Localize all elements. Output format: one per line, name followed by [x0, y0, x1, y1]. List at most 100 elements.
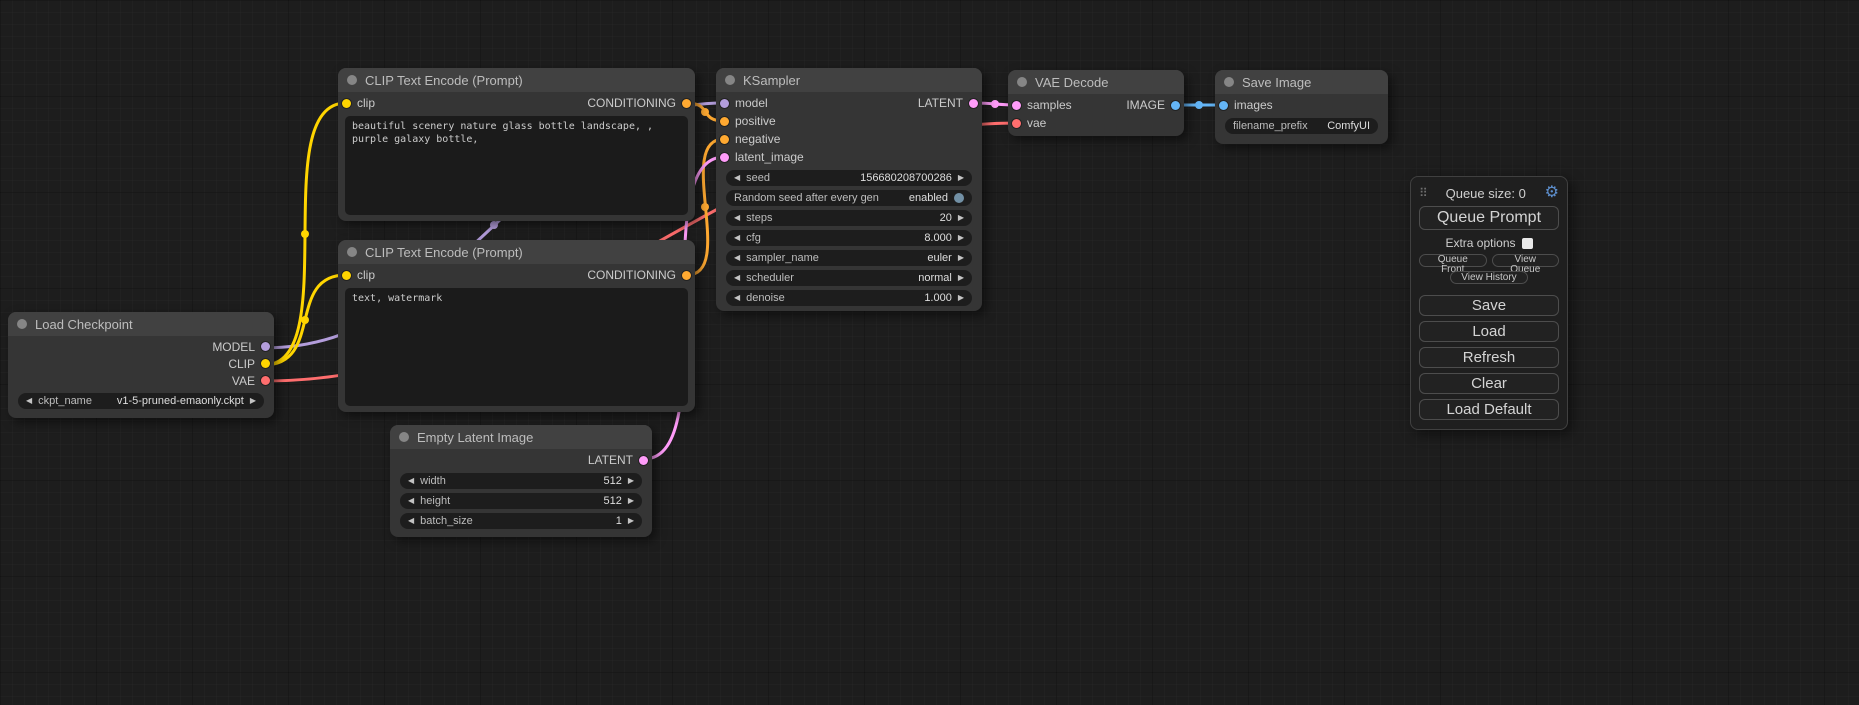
output-port-latent[interactable]: [969, 99, 978, 108]
widget-seed[interactable]: ◀ seed 156680208700286 ▶: [726, 170, 972, 186]
widget-label: width: [420, 475, 446, 487]
view-queue-button[interactable]: View Queue: [1492, 254, 1560, 267]
widget-width[interactable]: ◀ width 512 ▶: [400, 473, 642, 489]
node-save-image[interactable]: Save Image images filename_prefix ComfyU…: [1215, 70, 1388, 144]
input-label-clip: clip: [357, 268, 375, 282]
collapse-dot-icon[interactable]: [1224, 77, 1234, 87]
input-port-samples[interactable]: [1012, 101, 1021, 110]
collapse-dot-icon[interactable]: [399, 432, 409, 442]
node-title: CLIP Text Encode (Prompt): [365, 245, 523, 260]
node-title-bar[interactable]: KSampler: [716, 68, 982, 92]
arrow-left-icon[interactable]: ◀: [734, 254, 740, 262]
collapse-dot-icon[interactable]: [1017, 77, 1027, 87]
input-port-images[interactable]: [1219, 101, 1228, 110]
arrow-left-icon[interactable]: ◀: [734, 174, 740, 182]
node-vae-decode[interactable]: VAE Decode samples IMAGE vae: [1008, 70, 1184, 136]
input-port-vae[interactable]: [1012, 119, 1021, 128]
arrow-left-icon[interactable]: ◀: [408, 517, 414, 525]
arrow-left-icon[interactable]: ◀: [408, 477, 414, 485]
arrow-right-icon[interactable]: ▶: [958, 174, 964, 182]
node-title: Load Checkpoint: [35, 317, 133, 332]
node-title-bar[interactable]: CLIP Text Encode (Prompt): [338, 240, 695, 264]
output-port-latent[interactable]: [639, 456, 648, 465]
widget-batch-size[interactable]: ◀ batch_size 1 ▶: [400, 513, 642, 529]
queue-front-button[interactable]: Queue Front: [1419, 254, 1487, 267]
input-label-latent-image: latent_image: [735, 150, 804, 164]
arrow-left-icon[interactable]: ◀: [734, 234, 740, 242]
prompt-textarea[interactable]: text, watermark: [345, 288, 688, 406]
widget-ckpt-name[interactable]: ◀ ckpt_name v1-5-pruned-emaonly.ckpt ▶: [18, 393, 264, 409]
refresh-button[interactable]: Refresh: [1419, 347, 1559, 368]
arrow-right-icon[interactable]: ▶: [958, 294, 964, 302]
node-title-bar[interactable]: Load Checkpoint: [8, 312, 274, 336]
arrow-right-icon[interactable]: ▶: [628, 517, 634, 525]
drag-handle-icon[interactable]: ⠿: [1419, 186, 1427, 200]
queue-prompt-button[interactable]: Queue Prompt: [1419, 206, 1559, 230]
input-port-latent-image[interactable]: [720, 153, 729, 162]
toggle-knob-icon[interactable]: [954, 193, 964, 203]
widget-value: 512: [603, 495, 621, 507]
save-button[interactable]: Save: [1419, 295, 1559, 316]
widget-random-seed-toggle[interactable]: Random seed after every gen enabled: [726, 190, 972, 206]
collapse-dot-icon[interactable]: [347, 75, 357, 85]
node-clip-text-encode-negative[interactable]: CLIP Text Encode (Prompt) clip CONDITION…: [338, 240, 695, 412]
output-label-model: MODEL: [212, 340, 255, 354]
prompt-textarea[interactable]: beautiful scenery nature glass bottle la…: [345, 116, 688, 215]
input-port-model[interactable]: [720, 99, 729, 108]
widget-sampler-name[interactable]: ◀ sampler_name euler ▶: [726, 250, 972, 266]
output-port-image[interactable]: [1171, 101, 1180, 110]
arrow-left-icon[interactable]: ◀: [408, 497, 414, 505]
clear-button[interactable]: Clear: [1419, 373, 1559, 394]
node-title-bar[interactable]: Save Image: [1215, 70, 1388, 94]
widget-height[interactable]: ◀ height 512 ▶: [400, 493, 642, 509]
collapse-dot-icon[interactable]: [17, 319, 27, 329]
output-label-latent: LATENT: [918, 96, 963, 110]
node-ksampler[interactable]: KSampler model LATENT positive: [716, 68, 982, 311]
node-load-checkpoint[interactable]: Load Checkpoint MODEL CLIP VAE: [8, 312, 274, 418]
arrow-left-icon[interactable]: ◀: [26, 397, 32, 405]
arrow-right-icon[interactable]: ▶: [628, 497, 634, 505]
arrow-right-icon[interactable]: ▶: [628, 477, 634, 485]
extra-options-checkbox[interactable]: [1522, 238, 1533, 249]
widget-value: 1: [616, 515, 622, 527]
arrow-right-icon[interactable]: ▶: [958, 214, 964, 222]
output-port-conditioning[interactable]: [682, 271, 691, 280]
input-label-negative: negative: [735, 132, 780, 146]
widget-steps[interactable]: ◀ steps 20 ▶: [726, 210, 972, 226]
input-port-clip[interactable]: [342, 99, 351, 108]
node-title-bar[interactable]: VAE Decode: [1008, 70, 1184, 94]
collapse-dot-icon[interactable]: [725, 75, 735, 85]
output-port-model[interactable]: [261, 342, 270, 351]
gear-icon[interactable]: ⚙: [1545, 185, 1559, 201]
node-title-bar[interactable]: CLIP Text Encode (Prompt): [338, 68, 695, 92]
input-port-negative[interactable]: [720, 135, 729, 144]
widget-value: enabled: [909, 192, 948, 204]
arrow-right-icon[interactable]: ▶: [250, 397, 256, 405]
arrow-right-icon[interactable]: ▶: [958, 254, 964, 262]
output-port-conditioning[interactable]: [682, 99, 691, 108]
widget-cfg[interactable]: ◀ cfg 8.000 ▶: [726, 230, 972, 246]
collapse-dot-icon[interactable]: [347, 247, 357, 257]
widget-scheduler[interactable]: ◀ scheduler normal ▶: [726, 270, 972, 286]
output-port-vae[interactable]: [261, 376, 270, 385]
arrow-left-icon[interactable]: ◀: [734, 214, 740, 222]
widget-value: ComfyUI: [1327, 120, 1370, 132]
node-graph-canvas[interactable]: Load Checkpoint MODEL CLIP VAE: [0, 0, 1859, 705]
view-history-button[interactable]: View History: [1450, 271, 1528, 284]
arrow-left-icon[interactable]: ◀: [734, 274, 740, 282]
load-default-button[interactable]: Load Default: [1419, 399, 1559, 420]
node-empty-latent-image[interactable]: Empty Latent Image LATENT ◀ width 512 ▶ …: [390, 425, 652, 537]
input-label-vae: vae: [1027, 116, 1046, 130]
node-clip-text-encode-positive[interactable]: CLIP Text Encode (Prompt) clip CONDITION…: [338, 68, 695, 221]
widget-value: 20: [940, 212, 952, 224]
arrow-right-icon[interactable]: ▶: [958, 234, 964, 242]
arrow-right-icon[interactable]: ▶: [958, 274, 964, 282]
widget-denoise[interactable]: ◀ denoise 1.000 ▶: [726, 290, 972, 306]
output-port-clip[interactable]: [261, 359, 270, 368]
input-port-clip[interactable]: [342, 271, 351, 280]
load-button[interactable]: Load: [1419, 321, 1559, 342]
input-port-positive[interactable]: [720, 117, 729, 126]
arrow-left-icon[interactable]: ◀: [734, 294, 740, 302]
widget-filename-prefix[interactable]: filename_prefix ComfyUI: [1225, 118, 1378, 134]
node-title-bar[interactable]: Empty Latent Image: [390, 425, 652, 449]
